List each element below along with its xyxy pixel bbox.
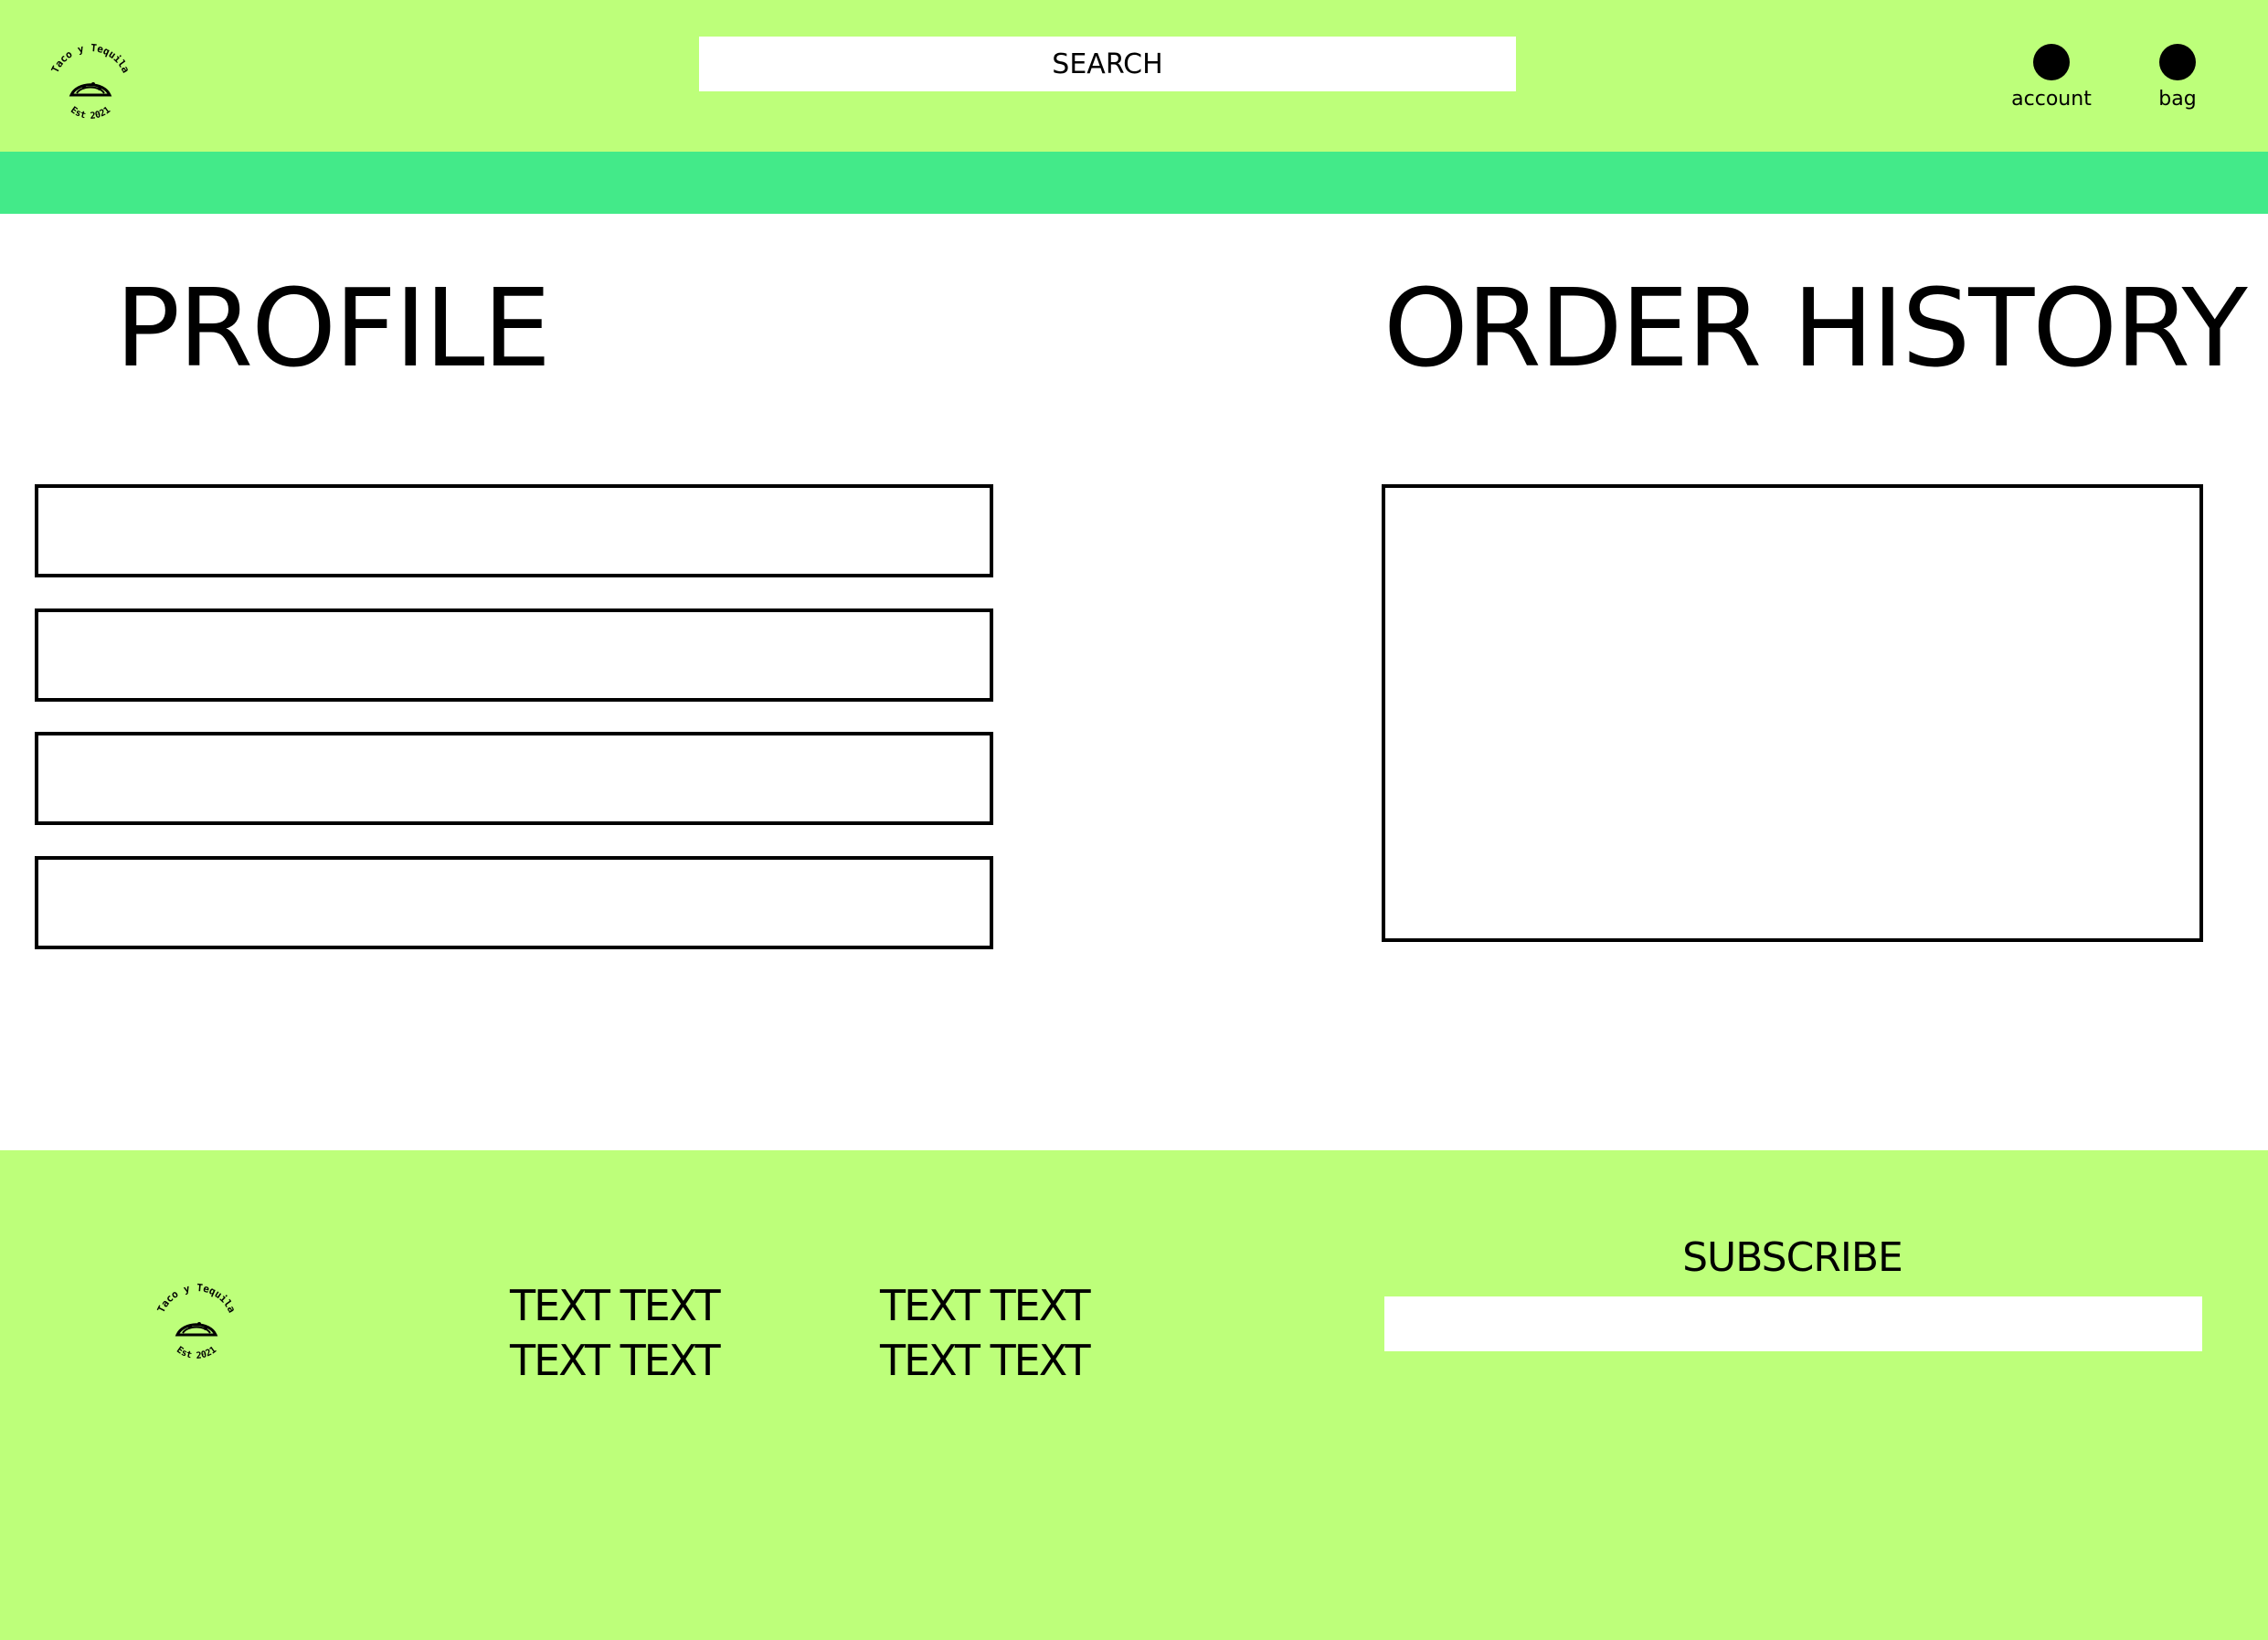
account-icon [2033,44,2070,80]
footer-links-column-1: TEXT TEXT TEXT TEXT [510,1278,721,1388]
account-label: account [2011,88,2092,111]
footer-link[interactable]: TEXT TEXT [510,1278,721,1333]
taco-icon: Taco y Tequila Est 2021 [155,1282,238,1361]
account-page: Taco y Tequila Est 2021 SEARCH account b… [0,0,2268,1640]
footer-links-column-2: TEXT TEXT TEXT TEXT [880,1278,1091,1388]
nav-stripe [0,152,2268,214]
footer-link[interactable]: TEXT TEXT [880,1278,1091,1333]
order-history-title: ORDER HISTORY [1383,265,2248,391]
profile-field-1[interactable] [35,484,993,577]
bag-icon [2159,44,2196,80]
svg-text:Est 2021: Est 2021 [69,105,112,122]
profile-field-2[interactable] [35,608,993,702]
site-header: Taco y Tequila Est 2021 SEARCH account b… [0,0,2268,152]
subscribe-email-field[interactable] [1384,1296,2202,1351]
site-footer: Taco y Tequila Est 2021 TEXT TEXT TEXT T… [0,1150,2268,1640]
profile-title: PROFILE [115,265,551,391]
brand-logo[interactable]: Taco y Tequila Est 2021 [40,37,141,137]
profile-field-3[interactable] [35,732,993,825]
bag-label: bag [2158,88,2197,111]
profile-field-4[interactable] [35,856,993,949]
svg-text:Taco y Tequila: Taco y Tequila [49,42,132,75]
order-history-panel [1382,484,2203,942]
footer-link[interactable]: TEXT TEXT [510,1333,721,1388]
taco-icon: Taco y Tequila Est 2021 [49,42,132,122]
footer-link[interactable]: TEXT TEXT [880,1333,1091,1388]
footer-logo[interactable]: Taco y Tequila Est 2021 [146,1276,247,1377]
svg-text:Taco y Tequila: Taco y Tequila [155,1282,238,1315]
svg-text:Est 2021: Est 2021 [175,1345,218,1361]
account-button[interactable]: account [1983,44,2120,111]
search-input[interactable]: SEARCH [699,37,1516,91]
subscribe-label: SUBSCRIBE [1682,1234,1903,1281]
bag-button[interactable]: bag [2109,44,2246,111]
